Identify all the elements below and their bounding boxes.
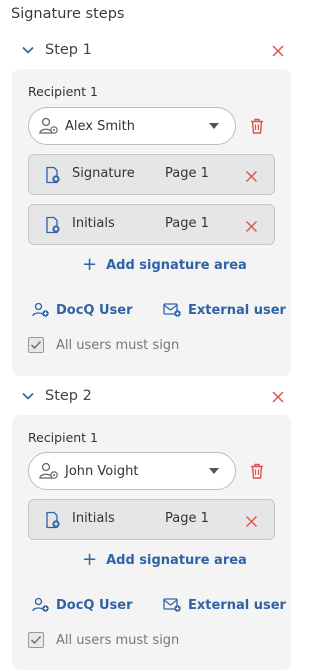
remove-field-close-icon[interactable] (245, 218, 258, 232)
recipient-name: John Voight (65, 463, 139, 479)
docq-user-label: DocQ User (56, 597, 133, 613)
remove-field-close-icon[interactable] (245, 168, 258, 182)
user-settings-icon (39, 117, 58, 134)
external-user-label: External user (188, 597, 286, 613)
add-signature-area-label: Add signature area (106, 257, 247, 273)
recipient-label: Recipient 1 (28, 430, 99, 445)
document-sign-icon (46, 216, 60, 234)
docq-user-label: DocQ User (56, 302, 133, 318)
field-type: Initials (72, 216, 115, 231)
dropdown-caret-icon (209, 123, 219, 129)
initials-field-row[interactable]: Initials Page 1 (28, 499, 275, 540)
document-sign-icon (46, 166, 60, 184)
recipient-name: Alex Smith (65, 118, 135, 134)
recipient-select[interactable]: Alex Smith (28, 107, 236, 145)
recipient-select[interactable]: John Voight (28, 452, 236, 490)
step-1-header[interactable]: Step 1 (22, 40, 290, 60)
field-type: Signature (72, 166, 135, 181)
page-title: Signature steps (11, 6, 125, 22)
plus-icon: + (82, 549, 98, 570)
user-settings-icon (39, 462, 58, 479)
document-sign-icon (46, 511, 60, 529)
add-user-icon (32, 302, 49, 317)
docq-user-button[interactable]: DocQ User (32, 300, 133, 320)
initials-field-row[interactable]: Initials Page 1 (28, 204, 275, 245)
checkbox-checked-icon[interactable] (28, 337, 44, 353)
field-page: Page 1 (165, 166, 209, 181)
field-type: Initials (72, 511, 115, 526)
recipient-label: Recipient 1 (28, 84, 99, 99)
add-signature-area-button[interactable]: + Add signature area (82, 255, 247, 275)
docq-user-button[interactable]: DocQ User (32, 595, 133, 615)
add-signature-area-button[interactable]: + Add signature area (82, 550, 247, 570)
trash-icon[interactable] (248, 462, 266, 480)
signature-field-row[interactable]: Signature Page 1 (28, 154, 275, 195)
external-user-button[interactable]: External user (163, 300, 286, 320)
add-signature-area-label: Add signature area (106, 552, 247, 568)
chevron-down-icon[interactable] (22, 43, 36, 57)
step-title: Step 2 (45, 388, 92, 404)
external-user-button[interactable]: External user (163, 595, 286, 615)
plus-icon: + (82, 254, 98, 275)
field-page: Page 1 (165, 511, 209, 526)
checkbox-checked-icon[interactable] (28, 632, 44, 648)
step-1-card: Recipient 1 Alex Smith Signature Page 1 (12, 69, 291, 376)
dropdown-caret-icon (209, 468, 219, 474)
add-user-icon (32, 597, 49, 612)
trash-icon[interactable] (248, 117, 266, 135)
step-title: Step 1 (45, 42, 92, 58)
all-users-must-sign-checkbox[interactable]: All users must sign (28, 335, 179, 355)
chevron-down-icon[interactable] (22, 389, 36, 403)
remove-field-close-icon[interactable] (245, 513, 258, 527)
field-page: Page 1 (165, 216, 209, 231)
external-user-label: External user (188, 302, 286, 318)
step-2-header[interactable]: Step 2 (22, 386, 290, 406)
add-email-icon (163, 598, 181, 612)
remove-step-close-icon[interactable] (271, 43, 285, 57)
must-sign-label: All users must sign (56, 632, 180, 648)
all-users-must-sign-checkbox[interactable]: All users must sign (28, 630, 179, 650)
step-2-card: Recipient 1 John Voight Initials Page 1 … (12, 415, 291, 670)
must-sign-label: All users must sign (56, 337, 180, 353)
add-email-icon (163, 303, 181, 317)
remove-step-close-icon[interactable] (271, 389, 285, 403)
